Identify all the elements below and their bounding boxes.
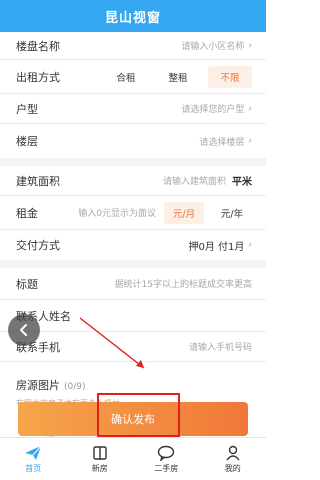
person-icon: [226, 445, 240, 460]
tab-new-homes[interactable]: 新房: [67, 438, 134, 480]
book-icon: [93, 445, 107, 460]
tab-mine-label: 我的: [224, 463, 241, 473]
paper-plane-icon: [25, 445, 42, 460]
chat-icon: [158, 445, 175, 461]
annotation-box: [97, 393, 180, 437]
tab-second-hand[interactable]: 二手房: [133, 438, 200, 480]
tab-bar: 首页 新房 二手房 我的: [0, 437, 266, 480]
tab-new-homes-label: 新房: [91, 463, 108, 473]
tab-mine[interactable]: 我的: [200, 438, 267, 480]
tab-home[interactable]: 首页: [0, 438, 67, 480]
tab-second-hand-label: 二手房: [154, 463, 179, 473]
tab-home-label: 首页: [25, 463, 42, 473]
